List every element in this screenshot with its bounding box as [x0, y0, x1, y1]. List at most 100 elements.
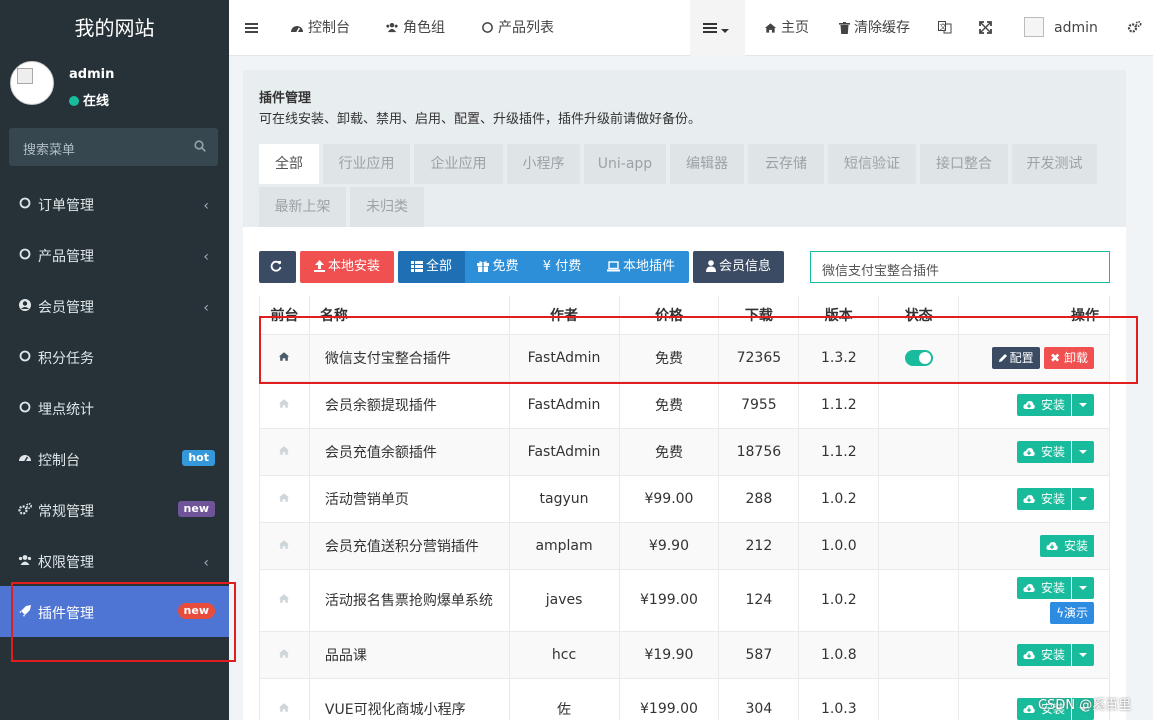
laptop-icon: [606, 261, 620, 272]
install-button[interactable]: 安装: [1017, 487, 1071, 510]
brand-title[interactable]: 我的网站: [0, 0, 229, 56]
local-install-label: 本地安装: [327, 259, 380, 274]
home-button[interactable]: 主页: [764, 0, 809, 56]
addon-actions: 安装: [958, 427, 1110, 476]
language-button[interactable]: 文: [938, 0, 956, 56]
category-tab-latest[interactable]: 最新上架: [259, 187, 346, 227]
install-button[interactable]: 安装: [1017, 643, 1071, 666]
demo-button[interactable]: ϟ演示: [1050, 601, 1094, 624]
sidebar-item-auth[interactable]: 权限管理 ‹: [0, 535, 229, 586]
fullscreen-button[interactable]: [979, 0, 996, 56]
addon-status: [878, 427, 960, 476]
category-tab-uniapp[interactable]: Uni-app: [584, 144, 666, 184]
install-button[interactable]: 安装: [1017, 440, 1071, 463]
sidebar-item-general[interactable]: 常规管理 new: [0, 484, 229, 535]
sidebar-item-points[interactable]: 积分任务: [0, 331, 229, 382]
online-dot-icon: [69, 96, 79, 106]
addon-author: tagyun: [508, 474, 620, 523]
install-dropdown-caret[interactable]: [1072, 440, 1094, 463]
cogs-icon: [1127, 20, 1142, 33]
category-tab-editor[interactable]: 编辑器: [670, 144, 744, 184]
category-tab-industry[interactable]: 行业应用: [323, 144, 410, 184]
search-icon[interactable]: [194, 140, 206, 152]
addon-actions: 安装: [958, 630, 1110, 679]
addon-name[interactable]: VUE可视化商城小程序: [308, 677, 510, 720]
home-icon[interactable]: [278, 648, 290, 659]
install-button[interactable]: 安装: [1040, 534, 1094, 557]
menu-toggle-button[interactable]: [245, 0, 262, 56]
table-row: 活动报名售票抢购爆单系统 javes ¥199.00 124 1.0.2 安装 ϟ演示: [259, 568, 1110, 632]
local-install-button[interactable]: 本地安装: [300, 251, 394, 283]
user-menu[interactable]: admin: [1024, 0, 1098, 56]
addon-name[interactable]: 品品课: [308, 630, 510, 679]
addon-name[interactable]: 会员充值余额插件: [308, 427, 510, 476]
home-icon[interactable]: [278, 702, 290, 713]
category-tab-all[interactable]: 全部: [259, 144, 319, 184]
tab-role-group[interactable]: 角色组: [385, 0, 445, 56]
demo-label: 演示: [1063, 605, 1088, 620]
tabs-dropdown-button[interactable]: [690, 0, 745, 56]
filter-free-button[interactable]: 免费: [465, 251, 531, 283]
install-dropdown-caret[interactable]: [1072, 643, 1094, 666]
category-tab-miniprogram[interactable]: 小程序: [507, 144, 580, 184]
chevron-left-icon: ‹: [203, 249, 209, 265]
addon-name[interactable]: 活动报名售票抢购爆单系统: [308, 568, 510, 632]
install-dropdown-caret[interactable]: [1072, 393, 1094, 416]
addon-name[interactable]: 会员充值送积分营销插件: [308, 521, 510, 570]
filter-local-button[interactable]: 本地插件: [593, 251, 689, 283]
home-icon[interactable]: [278, 539, 290, 550]
addon-price: ¥99.00: [618, 474, 720, 523]
tab-product-list[interactable]: 产品列表: [481, 0, 554, 56]
addon-version: 1.1.2: [798, 380, 880, 429]
filter-all-button[interactable]: 全部: [398, 251, 465, 283]
sidebar-item-label: 积分任务: [38, 351, 94, 367]
filter-paid-button[interactable]: ¥ 付费: [531, 251, 593, 283]
menu-search-input[interactable]: 搜索菜单: [9, 128, 218, 166]
addon-name[interactable]: 会员余额提现插件: [308, 380, 510, 429]
addon-search-input[interactable]: 微信支付宝整合插件: [810, 251, 1110, 283]
clear-cache-button[interactable]: 清除缓存: [839, 0, 910, 56]
refresh-icon: [270, 260, 282, 272]
install-dropdown-caret[interactable]: [1072, 487, 1094, 510]
addon-downloads: 587: [718, 630, 800, 679]
home-icon[interactable]: [278, 398, 290, 409]
install-dropdown-caret[interactable]: [1072, 576, 1094, 599]
cloud-download-icon: [1046, 541, 1058, 550]
home-icon[interactable]: [278, 593, 290, 604]
install-button[interactable]: 安装: [1017, 393, 1071, 416]
addon-price: 免费: [618, 380, 720, 429]
frontend-cell: [259, 427, 310, 476]
user-status: 在线: [69, 90, 109, 109]
refresh-button[interactable]: [259, 251, 296, 283]
sidebar-item-label: 权限管理: [38, 555, 94, 571]
addon-version: 1.0.0: [798, 521, 880, 570]
addon-author: hcc: [508, 630, 620, 679]
table-row: 会员充值余额插件 FastAdmin 免费 18756 1.1.2 安装: [259, 427, 1110, 476]
member-info-button[interactable]: 会员信息: [693, 251, 784, 283]
settings-button[interactable]: [1127, 0, 1146, 56]
tab-label: 产品列表: [498, 20, 554, 36]
circle-icon: [482, 22, 493, 33]
sidebar-item-members[interactable]: 会员管理 ‹: [0, 280, 229, 331]
new-badge: new: [177, 501, 215, 517]
sidebar-item-dashboard[interactable]: 控制台 hot: [0, 433, 229, 484]
home-icon[interactable]: [278, 445, 290, 456]
category-tab-devtest[interactable]: 开发测试: [1012, 144, 1097, 184]
category-tab-uncategorized[interactable]: 未归类: [350, 187, 424, 227]
cloud-download-icon: [1023, 583, 1035, 592]
group-icon: [386, 22, 398, 33]
menu-search-placeholder: 搜索菜单: [23, 143, 76, 158]
category-tab-api[interactable]: 接口整合: [920, 144, 1008, 184]
filter-free-label: 免费: [492, 259, 519, 274]
sidebar-item-tracking[interactable]: 埋点统计: [0, 382, 229, 433]
category-tab-sms[interactable]: 短信验证: [828, 144, 916, 184]
sidebar-item-products[interactable]: 产品管理 ‹: [0, 229, 229, 280]
addon-name[interactable]: 活动营销单页: [308, 474, 510, 523]
sidebar-item-orders[interactable]: 订单管理 ‹: [0, 178, 229, 229]
home-icon[interactable]: [278, 492, 290, 503]
category-tab-storage[interactable]: 云存储: [748, 144, 824, 184]
tab-dashboard[interactable]: 控制台: [290, 0, 350, 56]
category-tab-enterprise[interactable]: 企业应用: [414, 144, 503, 184]
addon-actions: 安装 ϟ演示: [958, 568, 1110, 632]
install-button[interactable]: 安装: [1017, 576, 1071, 599]
